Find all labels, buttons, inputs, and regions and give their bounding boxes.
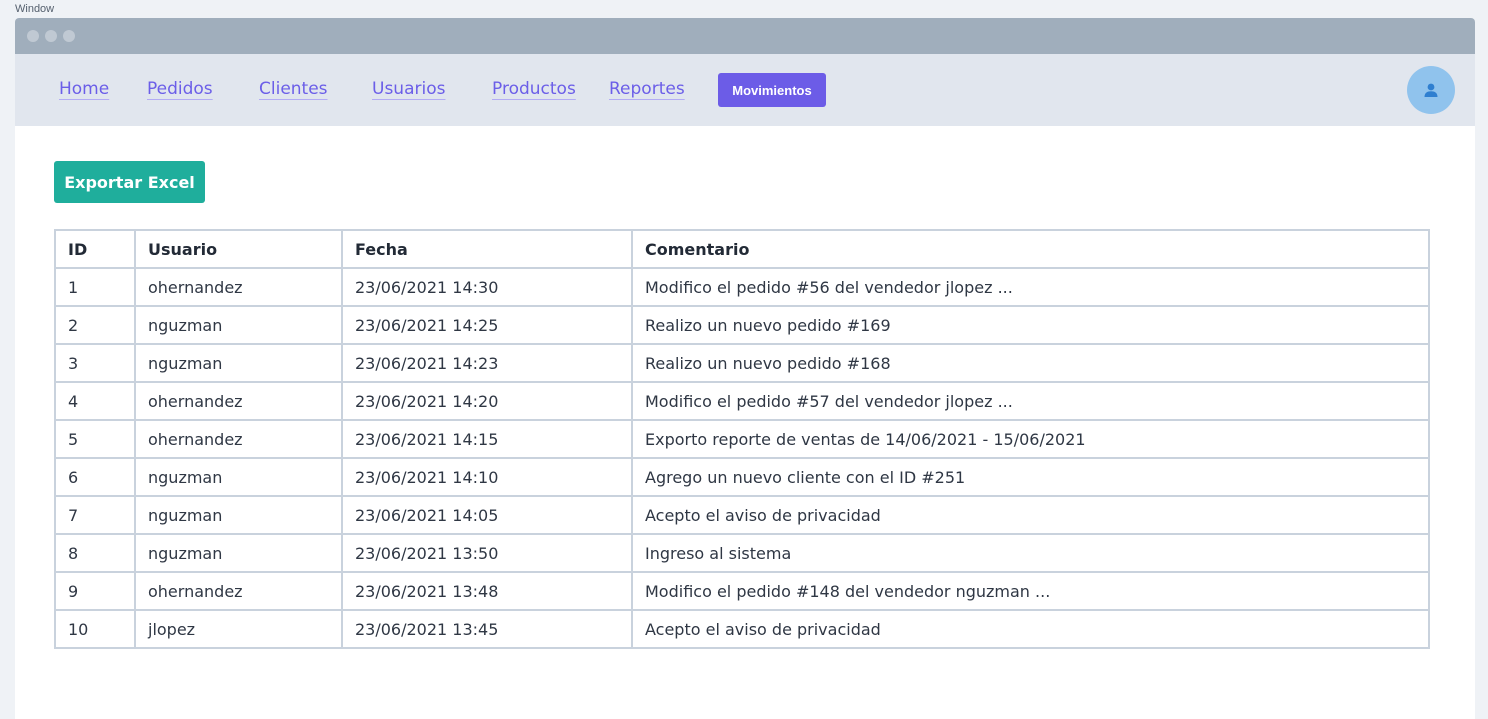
table-row[interactable]: 10 jlopez 23/06/2021 13:45 Acepto el avi… xyxy=(54,609,1430,649)
cell-fecha: 23/06/2021 14:05 xyxy=(341,495,633,535)
table-row[interactable]: 6 nguzman 23/06/2021 14:10 Agrego un nue… xyxy=(54,457,1430,497)
cell-comentario: Ingreso al sistema xyxy=(631,533,1430,573)
nav-link-usuarios[interactable]: Usuarios xyxy=(372,79,445,99)
window-label: Window xyxy=(15,3,55,15)
cell-fecha: 23/06/2021 13:45 xyxy=(341,609,633,649)
cell-id: 1 xyxy=(54,267,136,307)
window-dot-close[interactable] xyxy=(27,30,39,42)
cell-id: 2 xyxy=(54,305,136,345)
cell-usuario: nguzman xyxy=(134,457,343,497)
cell-id: 7 xyxy=(54,495,136,535)
cell-usuario: ohernandez xyxy=(134,419,343,459)
cell-usuario: nguzman xyxy=(134,343,343,383)
cell-fecha: 23/06/2021 14:10 xyxy=(341,457,633,497)
nav-link-reportes[interactable]: Reportes xyxy=(609,79,685,99)
cell-comentario: Acepto el aviso de privacidad xyxy=(631,609,1430,649)
cell-id: 9 xyxy=(54,571,136,611)
table-row[interactable]: 8 nguzman 23/06/2021 13:50 Ingreso al si… xyxy=(54,533,1430,573)
nav-link-movimientos[interactable]: Movimientos xyxy=(718,73,826,107)
nav-link-productos[interactable]: Productos xyxy=(492,79,576,99)
cell-fecha: 23/06/2021 14:30 xyxy=(341,267,633,307)
cell-usuario: nguzman xyxy=(134,305,343,345)
table-row[interactable]: 3 nguzman 23/06/2021 14:23 Realizo un nu… xyxy=(54,343,1430,383)
window-controls xyxy=(27,30,75,42)
cell-comentario: Modifico el pedido #57 del vendedor jlop… xyxy=(631,381,1430,421)
cell-id: 3 xyxy=(54,343,136,383)
table-header-row: ID Usuario Fecha Comentario xyxy=(54,229,1430,269)
column-header-usuario[interactable]: Usuario xyxy=(134,229,343,269)
cell-usuario: nguzman xyxy=(134,495,343,535)
table-row[interactable]: 1 ohernandez 23/06/2021 14:30 Modifico e… xyxy=(54,267,1430,307)
cell-usuario: ohernandez xyxy=(134,571,343,611)
cell-fecha: 23/06/2021 13:50 xyxy=(341,533,633,573)
cell-id: 5 xyxy=(54,419,136,459)
column-header-fecha[interactable]: Fecha xyxy=(341,229,633,269)
window-dot-maximize[interactable] xyxy=(63,30,75,42)
table-row[interactable]: 5 ohernandez 23/06/2021 14:15 Exporto re… xyxy=(54,419,1430,459)
cell-fecha: 23/06/2021 14:15 xyxy=(341,419,633,459)
column-header-id[interactable]: ID xyxy=(54,229,136,269)
top-navbar: Home Pedidos Clientes Usuarios Productos… xyxy=(15,54,1475,126)
cell-comentario: Agrego un nuevo cliente con el ID #251 xyxy=(631,457,1430,497)
user-icon xyxy=(1424,83,1438,97)
window-titlebar xyxy=(15,18,1475,54)
cell-fecha: 23/06/2021 14:20 xyxy=(341,381,633,421)
cell-usuario: nguzman xyxy=(134,533,343,573)
nav-link-clientes[interactable]: Clientes xyxy=(259,79,328,99)
table-row[interactable]: 7 nguzman 23/06/2021 14:05 Acepto el avi… xyxy=(54,495,1430,535)
export-excel-button[interactable]: Exportar Excel xyxy=(54,161,205,203)
cell-fecha: 23/06/2021 14:25 xyxy=(341,305,633,345)
window-dot-minimize[interactable] xyxy=(45,30,57,42)
cell-comentario: Exporto reporte de ventas de 14/06/2021 … xyxy=(631,419,1430,459)
table-row[interactable]: 2 nguzman 23/06/2021 14:25 Realizo un nu… xyxy=(54,305,1430,345)
cell-comentario: Modifico el pedido #148 del vendedor ngu… xyxy=(631,571,1430,611)
nav-link-pedidos[interactable]: Pedidos xyxy=(147,79,213,99)
cell-fecha: 23/06/2021 14:23 xyxy=(341,343,633,383)
cell-id: 6 xyxy=(54,457,136,497)
cell-fecha: 23/06/2021 13:48 xyxy=(341,571,633,611)
nav-link-home[interactable]: Home xyxy=(59,79,109,99)
cell-comentario: Realizo un nuevo pedido #168 xyxy=(631,343,1430,383)
cell-comentario: Modifico el pedido #56 del vendedor jlop… xyxy=(631,267,1430,307)
table-row[interactable]: 4 ohernandez 23/06/2021 14:20 Modifico e… xyxy=(54,381,1430,421)
cell-id: 4 xyxy=(54,381,136,421)
cell-usuario: jlopez xyxy=(134,609,343,649)
app-window: Home Pedidos Clientes Usuarios Productos… xyxy=(15,18,1475,719)
cell-usuario: ohernandez xyxy=(134,381,343,421)
table-row[interactable]: 9 ohernandez 23/06/2021 13:48 Modifico e… xyxy=(54,571,1430,611)
movements-table: ID Usuario Fecha Comentario 1 ohernandez… xyxy=(54,229,1430,649)
user-avatar[interactable] xyxy=(1407,66,1455,114)
cell-id: 8 xyxy=(54,533,136,573)
cell-usuario: ohernandez xyxy=(134,267,343,307)
cell-comentario: Acepto el aviso de privacidad xyxy=(631,495,1430,535)
cell-comentario: Realizo un nuevo pedido #169 xyxy=(631,305,1430,345)
column-header-comentario[interactable]: Comentario xyxy=(631,229,1430,269)
cell-id: 10 xyxy=(54,609,136,649)
